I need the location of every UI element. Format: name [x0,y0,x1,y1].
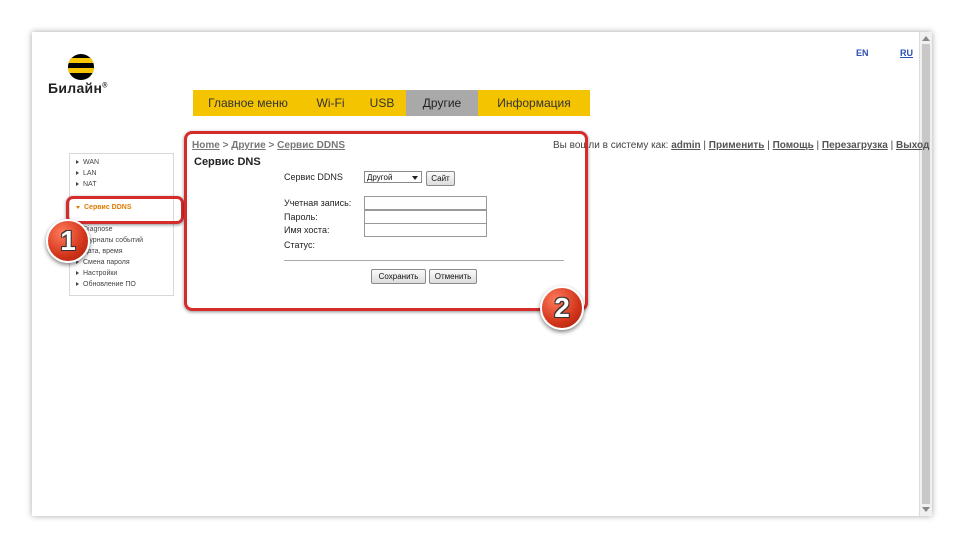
apply-link[interactable]: Применить [709,140,765,151]
scroll-thumb[interactable] [922,44,930,504]
nav-main-menu[interactable]: Главное меню [193,90,303,116]
chevron-right-icon [76,182,79,187]
sidebar-item-nat[interactable]: NAT [76,179,96,190]
help-link[interactable]: Помощь [773,140,814,151]
beeline-logo: Билайн® [48,54,128,104]
language-ru-link[interactable]: RU [900,48,913,58]
sidebar-menu: WAN LAN NAT Сервис DDNS Diagnose Журналы… [69,153,174,296]
chevron-right-icon [76,271,79,276]
user-link[interactable]: admin [671,140,700,151]
chevron-right-icon [76,282,79,287]
main-nav: Главное меню Wi-Fi USB Другие Информация [193,90,590,116]
vertical-scrollbar[interactable] [919,32,932,516]
nav-usb[interactable]: USB [358,90,406,116]
language-en-link[interactable]: EN [856,48,869,58]
nav-wifi[interactable]: Wi-Fi [303,90,358,116]
logout-link[interactable]: Выход [896,140,929,151]
scroll-up-arrow-icon[interactable] [922,36,930,41]
nav-info[interactable]: Информация [478,90,590,116]
chevron-right-icon [76,171,79,176]
sidebar-item-firmware[interactable]: Обновление ПО [76,279,136,290]
logo-text: Билайн® [48,80,108,96]
chevron-right-icon [76,160,79,165]
callout-box-form [184,131,588,311]
callout-badge-1: 1 [46,219,90,263]
sidebar-item-lan[interactable]: LAN [76,168,97,179]
scroll-down-arrow-icon[interactable] [922,507,930,512]
callout-badge-2: 2 [540,286,584,330]
reboot-link[interactable]: Перезагрузка [822,140,888,151]
beeline-ball-icon [68,54,94,80]
browser-window: EN RU Билайн® Главное меню Wi-Fi USB Дру… [32,32,932,516]
nav-other[interactable]: Другие [406,90,478,116]
user-bar: Вы вошли в систему как: admin | Применит… [553,140,930,151]
sidebar-item-settings[interactable]: Настройки [76,268,117,279]
sidebar-item-wan[interactable]: WAN [76,157,99,168]
sidebar-item-password[interactable]: Смена пароля [76,257,130,268]
callout-box-sidebar [66,196,184,224]
